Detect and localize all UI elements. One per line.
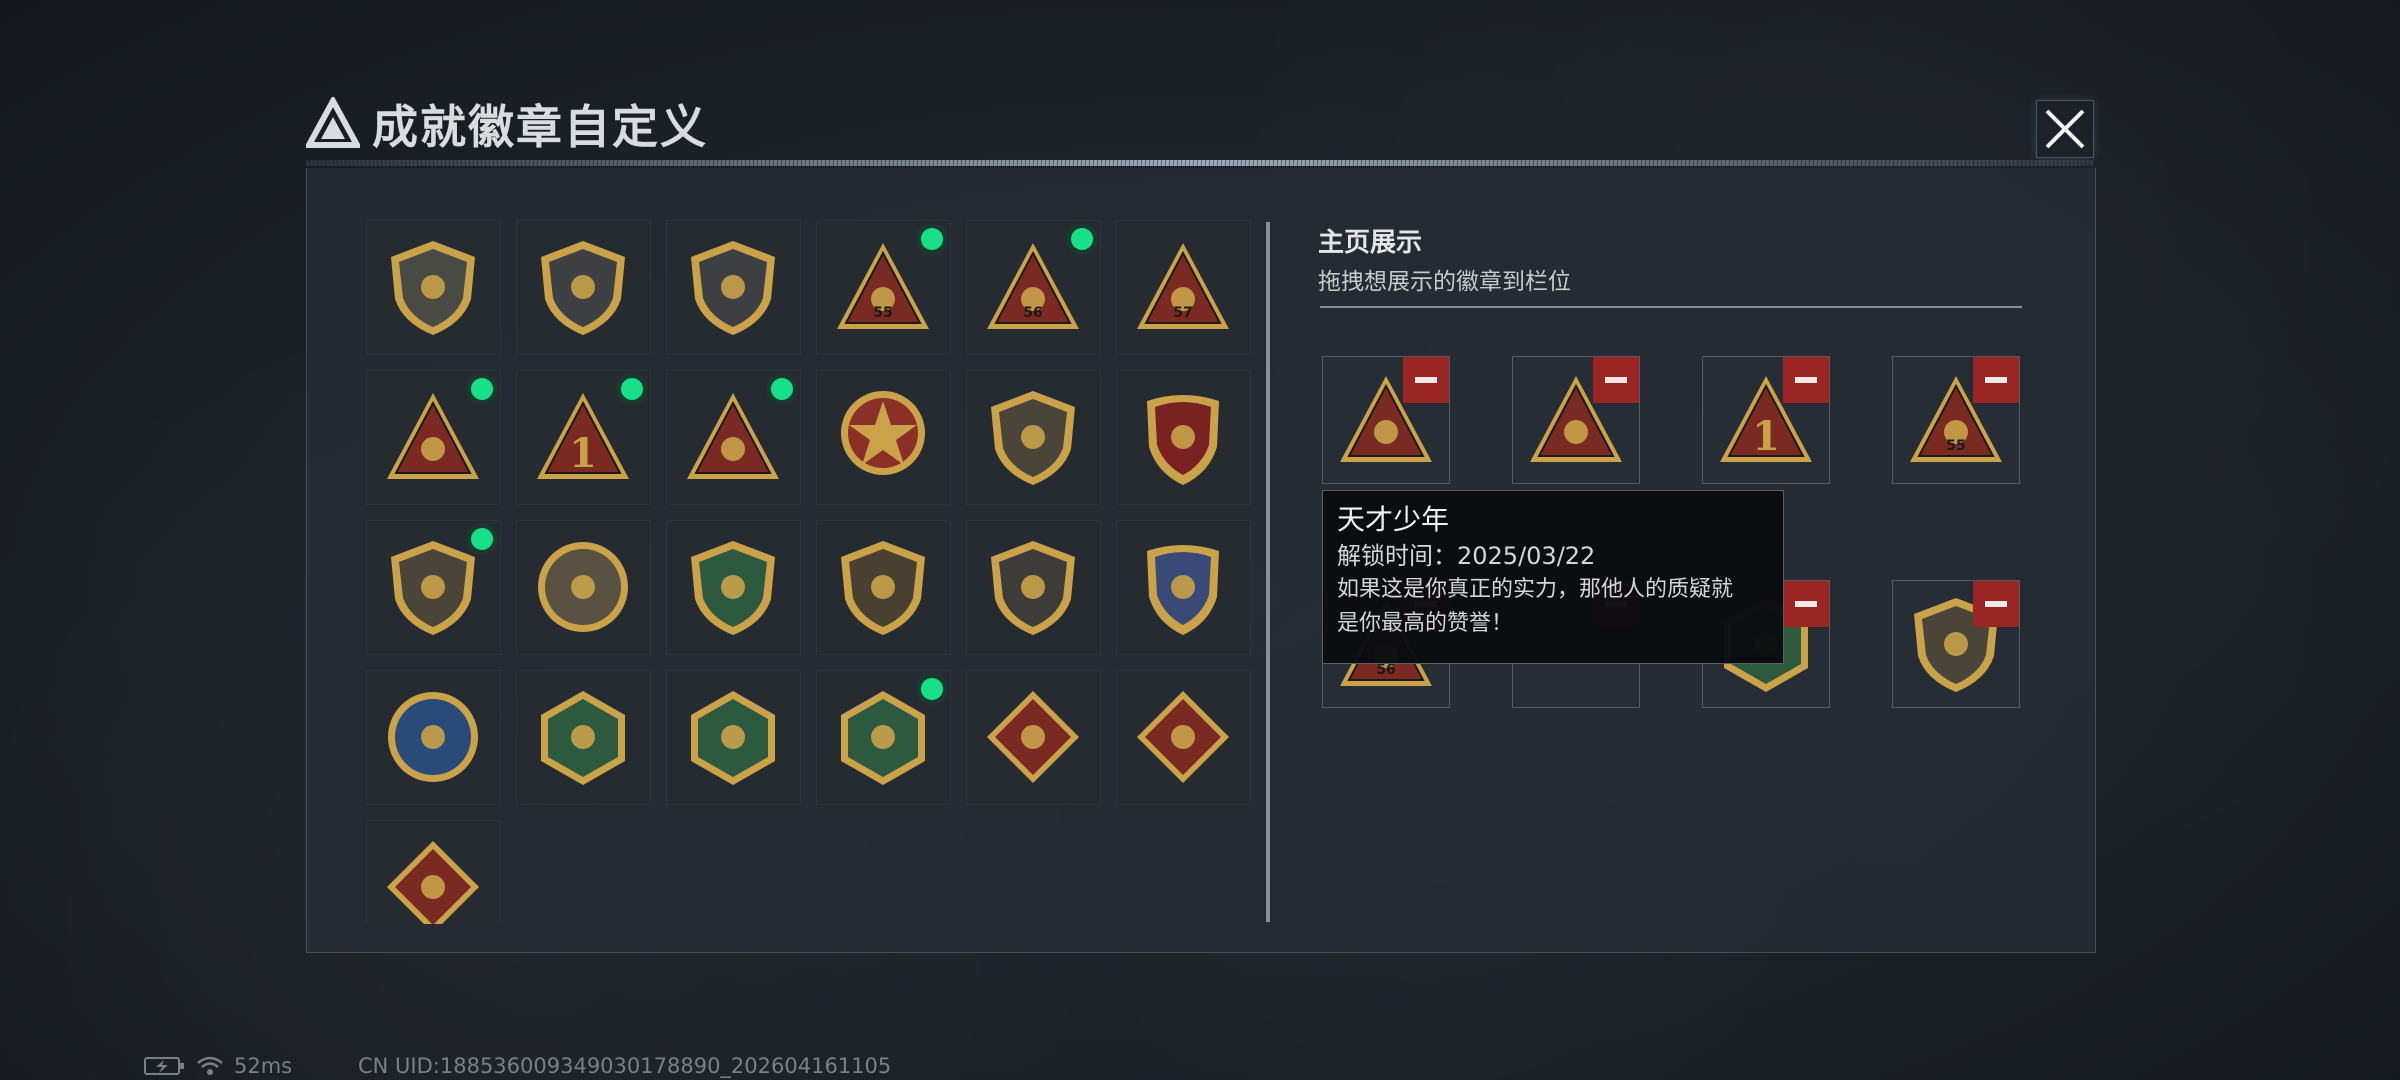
star-medal-badge[interactable] — [816, 370, 951, 505]
runner-red-badge[interactable] — [1116, 670, 1251, 805]
uid-text: CN UID:188536009349030178890_20260416110… — [358, 1054, 892, 1078]
logo-shield-badge-icon — [391, 241, 475, 335]
cargo-56-badge[interactable]: 56 — [966, 220, 1101, 355]
svg-text:55: 55 — [873, 305, 892, 321]
showcase-slot[interactable] — [1512, 356, 1640, 484]
unlock-indicator — [471, 528, 493, 550]
triangle-logo-icon — [306, 97, 360, 148]
usb-drive-badge-icon — [687, 393, 779, 479]
dragon-red-badge[interactable] — [966, 670, 1101, 805]
vertical-divider — [1266, 222, 1270, 922]
badge-grid: 55 56 57 1 — [366, 220, 1252, 924]
case-57-badge-icon: 57 — [1137, 243, 1229, 329]
soldier-green-badge-icon — [841, 691, 925, 785]
armor-red-badge-icon — [387, 841, 479, 924]
wing-crest-badge[interactable] — [966, 370, 1101, 505]
rifle-bronze-badge-icon — [841, 541, 925, 635]
svg-text:1: 1 — [1752, 413, 1780, 460]
svg-text:1: 1 — [569, 430, 597, 477]
remove-badge-button[interactable] — [1783, 357, 1829, 403]
unlock-indicator — [921, 678, 943, 700]
tooltip-title: 天才少年 — [1337, 503, 1450, 536]
battery-charging-icon — [144, 1057, 184, 1075]
cargo-56-badge-icon: 56 — [987, 243, 1079, 329]
remove-badge-button[interactable] — [1973, 581, 2019, 627]
wifi-icon — [197, 1056, 223, 1075]
rifle-dark-badge[interactable] — [966, 520, 1101, 655]
eagle-blue-badge[interactable] — [366, 670, 501, 805]
arm-green-badge-icon — [691, 691, 775, 785]
sniper-green-badge[interactable] — [666, 520, 801, 655]
dragon-red-badge-icon — [987, 691, 1079, 783]
svg-text:55: 55 — [1946, 438, 1965, 454]
close-icon — [2045, 109, 2085, 149]
showcase-title: 主页展示 — [1318, 228, 1423, 258]
unlock-indicator — [771, 378, 793, 400]
remove-badge-button[interactable] — [1403, 357, 1449, 403]
showcase-slot[interactable]: 55 — [1892, 356, 2020, 484]
nest-eggs-badge-icon — [387, 393, 479, 479]
eagle-blue-badge-icon — [388, 692, 478, 782]
number-one-badge[interactable]: 1 — [516, 370, 651, 505]
ping-text: 52ms — [234, 1054, 293, 1078]
tooltip-desc-line2: 是你最高的赞誉！ — [1337, 611, 1514, 636]
unlock-indicator — [471, 378, 493, 400]
tooltip-unlock-time: 解锁时间：2025/03/22 — [1337, 542, 1596, 570]
backpack-55-badge-icon: 55 — [837, 243, 929, 329]
helicopter-badge-icon — [541, 241, 625, 335]
skull-medal-badge[interactable] — [516, 520, 651, 655]
tooltip-desc-line1: 如果这是你真正的实力，那他人的质疑就 — [1337, 577, 1734, 602]
dagger-badge[interactable] — [666, 220, 801, 355]
rifle-bronze-badge[interactable] — [816, 520, 951, 655]
showcase-slot[interactable]: 1 — [1702, 356, 1830, 484]
showcase-slot[interactable] — [1892, 580, 2020, 708]
elite-crest-badge[interactable] — [1116, 370, 1251, 505]
svg-text:56: 56 — [1023, 305, 1042, 321]
case-57-badge[interactable]: 57 — [1116, 220, 1251, 355]
header-divider — [306, 160, 2094, 166]
unlock-indicator — [921, 228, 943, 250]
svg-text:56: 56 — [1376, 662, 1395, 678]
logo-shield-badge[interactable] — [366, 220, 501, 355]
hornet-green-badge[interactable] — [516, 670, 651, 805]
showcase-subtitle: 拖拽想展示的徽章到栏位 — [1318, 269, 1571, 295]
showcase-divider — [1320, 306, 2022, 308]
remove-badge-button[interactable] — [1973, 357, 2019, 403]
remove-badge-button[interactable] — [1593, 357, 1639, 403]
rifle-dark-badge-icon — [991, 541, 1075, 635]
missile-gold-badge[interactable] — [1116, 520, 1251, 655]
svg-text:57: 57 — [1173, 305, 1192, 321]
number-one-badge-icon: 1 — [537, 393, 629, 479]
missile-gold-badge-icon — [1147, 545, 1219, 635]
sniper-green-badge-icon — [691, 541, 775, 635]
title-bar: 成就徽章自定义 — [306, 92, 708, 156]
star-medal-badge-icon — [841, 391, 925, 475]
remove-badge-button[interactable] — [1783, 581, 1829, 627]
wing-crest-badge-icon — [991, 391, 1075, 485]
soldier-green-badge[interactable] — [816, 670, 951, 805]
d20-shield-badge-icon — [391, 541, 475, 635]
d20-shield-badge[interactable] — [366, 520, 501, 655]
unlock-indicator — [1071, 228, 1093, 250]
showcase-slot[interactable] — [1322, 356, 1450, 484]
status-bar: 52ms — [144, 1054, 292, 1078]
arm-green-badge[interactable] — [666, 670, 801, 805]
nest-eggs-badge[interactable] — [366, 370, 501, 505]
elite-crest-badge-icon — [1147, 395, 1219, 485]
dagger-badge-icon — [691, 241, 775, 335]
page-title: 成就徽章自定义 — [372, 100, 708, 154]
usb-drive-badge[interactable] — [666, 370, 801, 505]
runner-red-badge-icon — [1137, 691, 1229, 783]
unlock-indicator — [621, 378, 643, 400]
helicopter-badge[interactable] — [516, 220, 651, 355]
armor-red-badge[interactable] — [366, 820, 501, 924]
backpack-55-badge[interactable]: 55 — [816, 220, 951, 355]
skull-medal-badge-icon — [538, 542, 628, 632]
badge-tooltip: 天才少年 解锁时间：2025/03/22 如果这是你真正的实力，那他人的质疑就 … — [1322, 490, 1784, 664]
hornet-green-badge-icon — [541, 691, 625, 785]
close-button[interactable] — [2036, 100, 2094, 158]
